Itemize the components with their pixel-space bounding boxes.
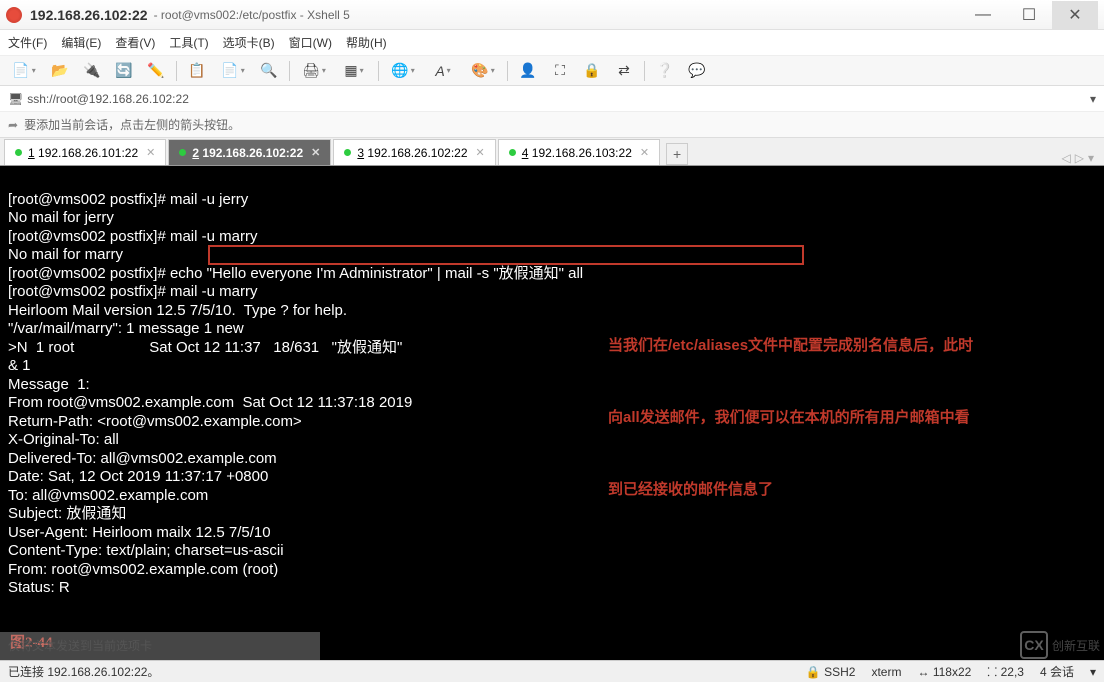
- watermark: CX 创新互联: [1020, 631, 1100, 659]
- new-tab-button[interactable]: +: [666, 143, 688, 165]
- paste-icon[interactable]: 📄▾: [215, 59, 251, 83]
- overlay-hint: 仅将文本发送到当前选项卡: [0, 632, 320, 660]
- reconnect-icon[interactable]: 🔄: [110, 59, 138, 83]
- minimize-button[interactable]: —: [960, 1, 1006, 29]
- print-icon[interactable]: 🖨▾: [296, 59, 332, 83]
- highlight-box: [208, 245, 804, 265]
- tab-1[interactable]: 1 192.168.26.101:22 ✕: [4, 139, 166, 165]
- status-dot-icon: [15, 149, 22, 156]
- menu-window[interactable]: 窗口(W): [289, 34, 332, 51]
- title-subtitle: - root@vms002:/etc/postfix - Xshell 5: [154, 8, 350, 22]
- tab-nav: ◁ ▷ ▾: [1062, 151, 1101, 165]
- copy-icon[interactable]: 📋: [183, 59, 211, 83]
- separator: [644, 61, 645, 81]
- properties-icon[interactable]: ✏️: [142, 59, 170, 83]
- terminal-line: Status: R: [8, 579, 1096, 598]
- status-size: ↔ 118x22: [917, 665, 971, 679]
- layout-icon[interactable]: ▦▾: [336, 59, 372, 83]
- menu-edit[interactable]: 编辑(E): [61, 34, 101, 51]
- tab-bar: 1 192.168.26.101:22 ✕ 2 192.168.26.102:2…: [0, 138, 1104, 166]
- status-term: xterm: [871, 665, 901, 679]
- tab-2[interactable]: 2 192.168.26.102:22 ✕: [168, 139, 331, 165]
- arrow-icon[interactable]: ➦: [8, 118, 18, 132]
- tab-next-icon[interactable]: ▷: [1075, 151, 1084, 165]
- menu-tools[interactable]: 工具(T): [169, 34, 208, 51]
- separator: [289, 61, 290, 81]
- terminal-line: [root@vms002 postfix]# mail -u jerry: [8, 191, 1096, 210]
- hint-text: 要添加当前会话，点击左侧的箭头按钮。: [24, 116, 240, 133]
- open-icon[interactable]: 📂: [46, 59, 74, 83]
- search-icon[interactable]: 🔍: [255, 59, 283, 83]
- tab-4[interactable]: 4 192.168.26.103:22 ✕: [498, 139, 660, 165]
- menu-view[interactable]: 查看(V): [115, 34, 155, 51]
- tab-close-icon[interactable]: ✕: [476, 146, 485, 159]
- status-sessions: 4 会话: [1040, 663, 1074, 680]
- lock-icon[interactable]: 🔒: [578, 59, 606, 83]
- status-dot-icon: [344, 149, 351, 156]
- tab-close-icon[interactable]: ✕: [146, 146, 155, 159]
- terminal[interactable]: [root@vms002 postfix]# mail -u jerryNo m…: [0, 166, 1104, 660]
- app-icon: [6, 7, 22, 23]
- globe-icon[interactable]: 🌐▾: [385, 59, 421, 83]
- help-icon[interactable]: ❔: [651, 59, 679, 83]
- status-connection: 已连接 192.168.26.102:22。: [8, 663, 806, 680]
- status-ssh: 🔒 SSH2: [806, 665, 856, 679]
- terminal-line: Content-Type: text/plain; charset=us-asc…: [8, 542, 1096, 561]
- annotation: 当我们在/etc/aliases文件中配置完成别名信息后，此时 向all发送邮件…: [608, 286, 973, 526]
- address-dropdown-icon[interactable]: ▾: [1090, 92, 1096, 106]
- title-bar: 192.168.26.102:22 - root@vms002:/etc/pos…: [0, 0, 1104, 30]
- new-session-icon[interactable]: 📄▾: [6, 59, 42, 83]
- watermark-logo-icon: CX: [1020, 631, 1048, 659]
- fullscreen-icon[interactable]: ⛶: [546, 59, 574, 83]
- address-url[interactable]: ssh://root@192.168.26.102:22: [27, 92, 189, 106]
- status-menu-icon[interactable]: ▾: [1090, 665, 1096, 679]
- terminal-line: User-Agent: Heirloom mailx 12.5 7/5/10: [8, 524, 1096, 543]
- chat-icon[interactable]: 💬: [683, 59, 711, 83]
- separator: [507, 61, 508, 81]
- terminal-line: No mail for jerry: [8, 209, 1096, 228]
- swap-icon[interactable]: ⇄: [610, 59, 638, 83]
- tab-close-icon[interactable]: ✕: [640, 146, 649, 159]
- disconnect-icon[interactable]: 🔌: [78, 59, 106, 83]
- address-bar: 🖥 ssh://root@192.168.26.102:22 ▾: [0, 86, 1104, 112]
- status-dot-icon: [179, 149, 186, 156]
- menu-file[interactable]: 文件(F): [8, 34, 47, 51]
- status-dot-icon: [509, 149, 516, 156]
- separator: [176, 61, 177, 81]
- separator: [378, 61, 379, 81]
- status-pos: ⸬ 22,3: [987, 663, 1024, 680]
- maximize-button[interactable]: ☐: [1006, 1, 1052, 29]
- menu-tabs[interactable]: 选项卡(B): [223, 34, 275, 51]
- title-ip: 192.168.26.102:22: [30, 7, 148, 23]
- terminal-line: [root@vms002 postfix]# mail -u marry: [8, 228, 1096, 247]
- hint-bar: ➦ 要添加当前会话，点击左侧的箭头按钮。: [0, 112, 1104, 138]
- terminal-line: From: root@vms002.example.com (root): [8, 561, 1096, 580]
- font-icon[interactable]: A▾: [425, 59, 461, 83]
- tab-close-icon[interactable]: ✕: [311, 146, 320, 159]
- tab-menu-icon[interactable]: ▾: [1088, 151, 1094, 165]
- toolbar: 📄▾ 📂 🔌 🔄 ✏️ 📋 📄▾ 🔍 🖨▾ ▦▾ 🌐▾ A▾ 🎨▾ 👤 ⛶ 🔒 …: [0, 56, 1104, 86]
- close-button[interactable]: ✕: [1052, 1, 1098, 29]
- tab-3[interactable]: 3 192.168.26.102:22 ✕: [333, 139, 495, 165]
- menu-bar: 文件(F) 编辑(E) 查看(V) 工具(T) 选项卡(B) 窗口(W) 帮助(…: [0, 30, 1104, 56]
- menu-help[interactable]: 帮助(H): [346, 34, 387, 51]
- palette-icon[interactable]: 🎨▾: [465, 59, 501, 83]
- ssh-icon: 🖥: [8, 92, 23, 106]
- tab-prev-icon[interactable]: ◁: [1062, 151, 1071, 165]
- terminal-line: [root@vms002 postfix]# echo "Hello every…: [8, 265, 1096, 284]
- user-icon[interactable]: 👤: [514, 59, 542, 83]
